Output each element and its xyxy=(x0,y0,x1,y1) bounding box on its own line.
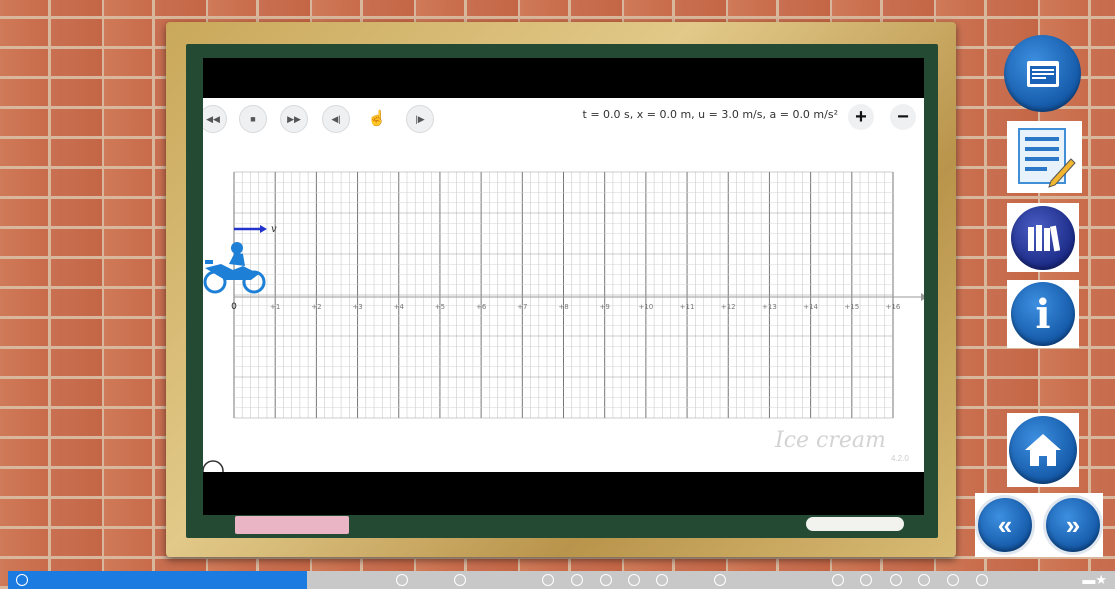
axis-tick-label: +3 xyxy=(352,303,362,311)
axis-tick-label: +14 xyxy=(803,303,818,311)
progress-fill xyxy=(8,571,307,589)
page-dot[interactable] xyxy=(947,574,959,586)
axis-tick-label: +12 xyxy=(721,303,736,311)
info-button[interactable]: i xyxy=(1007,280,1079,348)
window-icon xyxy=(1026,60,1059,87)
page-dot[interactable] xyxy=(976,574,988,586)
page-progress-bar[interactable]: ▬★ xyxy=(8,571,1115,589)
page-dot[interactable] xyxy=(890,574,902,586)
page-dot[interactable] xyxy=(832,574,844,586)
axis-tick-label: 0 xyxy=(231,302,237,312)
velocity-arrowhead xyxy=(260,225,267,233)
axis-tick-label: +6 xyxy=(476,303,487,311)
home-button[interactable] xyxy=(1007,413,1079,487)
axis-tick-label: +9 xyxy=(600,303,610,311)
axis-tick-label: +10 xyxy=(638,303,653,311)
white-chalk xyxy=(806,517,904,531)
page-dot[interactable] xyxy=(656,574,668,586)
page-dot[interactable] xyxy=(396,574,408,586)
axis-tick-label: +4 xyxy=(394,303,405,311)
page-dot[interactable] xyxy=(454,574,466,586)
page-dot[interactable] xyxy=(571,574,583,586)
graph-grid xyxy=(233,171,894,419)
pink-chalk xyxy=(235,516,349,534)
page-dot[interactable] xyxy=(16,574,28,586)
page-nav: « » xyxy=(975,493,1103,557)
bookmark-star-icon[interactable]: ▬★ xyxy=(1082,572,1107,588)
axis-tick-label: +8 xyxy=(558,303,568,311)
previous-icon[interactable]: « xyxy=(975,495,1035,555)
notes-icon xyxy=(1017,128,1076,188)
axis-tick-label: +2 xyxy=(311,303,321,311)
home-icon xyxy=(1009,416,1077,484)
page-dot[interactable] xyxy=(600,574,612,586)
axis-tick-label: +1 xyxy=(270,303,280,311)
watermark-version: 4.2.0 xyxy=(891,454,909,463)
page-dot[interactable] xyxy=(918,574,930,586)
axis-tick-label: +5 xyxy=(435,303,445,311)
page-dot[interactable] xyxy=(628,574,640,586)
page-dot[interactable] xyxy=(542,574,554,586)
simulation-screen: ◀◀ ■ ▶▶ ◀| ☝ |▶ t = 0.0 s, x = 0.0 m, u … xyxy=(203,98,924,472)
velocity-label: v xyxy=(271,224,277,235)
library-button[interactable] xyxy=(1007,203,1079,272)
notes-button[interactable] xyxy=(1007,121,1082,193)
next-icon[interactable]: » xyxy=(1043,495,1103,555)
window-button[interactable] xyxy=(1004,35,1081,112)
axis-tick-label: +15 xyxy=(844,303,859,311)
axis-tick-label: +13 xyxy=(762,303,777,311)
info-icon: i xyxy=(1011,282,1075,346)
page-dot[interactable] xyxy=(860,574,872,586)
axis-tick-label: +11 xyxy=(680,303,695,311)
position-graph: 0 +1 +2 +3 +4 +5 +6 +7 +8 +9 +10 +11 +12 +13 +14 +15 +16… xyxy=(203,171,924,472)
axis-tick-label: +16 xyxy=(886,303,901,311)
page-dot[interactable] xyxy=(714,574,726,586)
corner-icon xyxy=(203,460,224,472)
axis-ticks: 0 +1 +2 +3 +4 +5 +6 +7 +8 +9 +10 +11 +12 +13 +14 +15 +16 xyxy=(231,302,901,312)
axis-tick-label: +7 xyxy=(517,303,527,311)
library-icon xyxy=(1011,205,1075,270)
watermark-text: Ice cream xyxy=(775,428,886,453)
x-axis-arrow xyxy=(921,293,924,301)
